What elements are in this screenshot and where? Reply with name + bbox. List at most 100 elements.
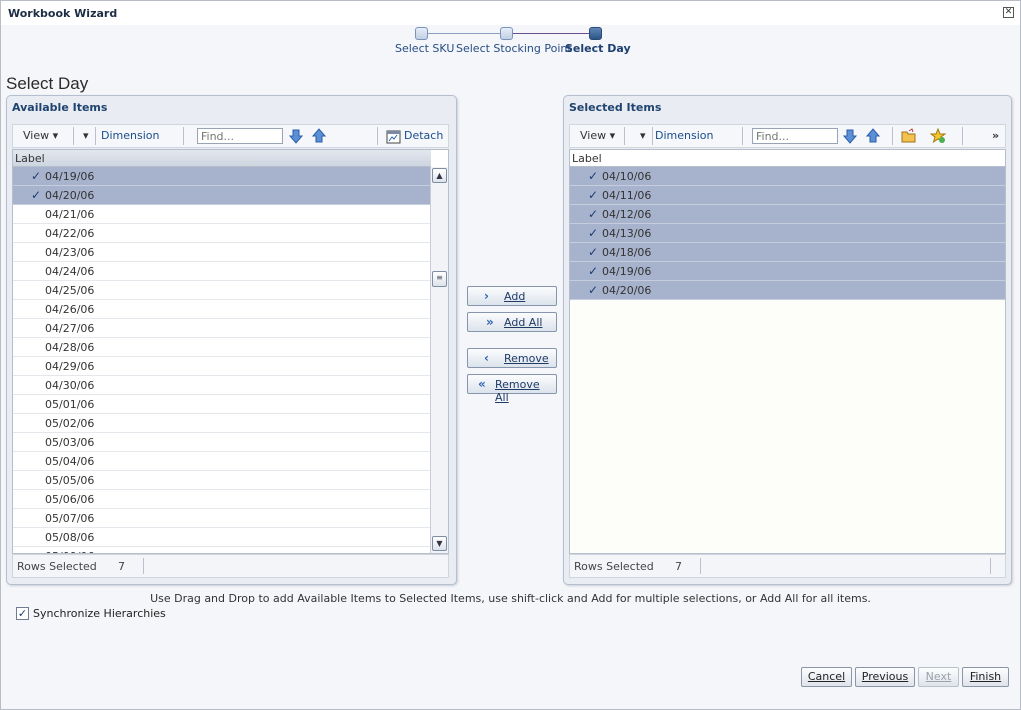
row-label: 05/03/06 <box>45 436 95 449</box>
open-folder-icon[interactable] <box>901 128 917 144</box>
toolbar-separator <box>962 127 963 145</box>
row-label: 04/29/06 <box>45 360 95 373</box>
selected-items-title: Selected Items <box>569 101 662 114</box>
cancel-button[interactable]: Cancel <box>801 667 852 687</box>
table-row[interactable]: ✓ 04/18/06 <box>570 243 1005 262</box>
row-label: 04/12/06 <box>602 208 652 221</box>
find-input[interactable] <box>197 128 283 144</box>
train-connector <box>427 33 507 34</box>
checkmark-icon: ✓ <box>588 264 599 278</box>
table-row[interactable]: 05/01/06 <box>13 395 431 414</box>
table-row[interactable]: 05/09/06 <box>13 547 431 553</box>
dimension-dropdown-icon[interactable]: ▾ <box>83 129 89 142</box>
table-row[interactable]: 04/30/06 <box>13 376 431 395</box>
table-row[interactable]: ✓ 04/10/06 <box>570 167 1005 186</box>
favorite-star-icon[interactable] <box>930 128 946 144</box>
arrow-down-icon[interactable] <box>842 128 858 144</box>
row-label: 04/28/06 <box>45 341 95 354</box>
toolbar-overflow-icon[interactable]: » <box>992 129 999 142</box>
scroll-up-icon[interactable]: ▲ <box>432 168 447 183</box>
toolbar-separator <box>892 127 893 145</box>
table-row[interactable]: 05/06/06 <box>13 490 431 509</box>
row-label: 05/05/06 <box>45 474 95 487</box>
table-row[interactable]: 05/05/06 <box>13 471 431 490</box>
vertical-scrollbar[interactable]: ▲ ≡ ▼ <box>430 167 448 553</box>
row-label: 04/18/06 <box>602 246 652 259</box>
table-row[interactable]: ✓ 04/19/06 <box>570 262 1005 281</box>
available-items-panel: Available Items View ▾ ▾ Dimension Detac… <box>6 95 457 585</box>
detach-button[interactable]: Detach <box>404 129 443 142</box>
table-row[interactable]: 04/25/06 <box>13 281 431 300</box>
table-row[interactable]: ✓ 04/20/06 <box>13 186 431 205</box>
checkmark-icon: ✓ <box>588 226 599 240</box>
table-row[interactable]: 04/21/06 <box>13 205 431 224</box>
arrow-up-icon[interactable] <box>865 128 881 144</box>
table-row[interactable]: 04/28/06 <box>13 338 431 357</box>
checkmark-icon: ✓ <box>588 283 599 297</box>
train-label-select-stocking-point[interactable]: Select Stocking Point <box>456 42 572 55</box>
add-button[interactable]: › Add <box>467 286 557 306</box>
table-row[interactable]: 04/23/06 <box>13 243 431 262</box>
table-row[interactable]: 04/29/06 <box>13 357 431 376</box>
table-row[interactable]: 04/27/06 <box>13 319 431 338</box>
synchronize-hierarchies-label[interactable]: Synchronize Hierarchies <box>33 607 166 620</box>
row-label: 04/25/06 <box>45 284 95 297</box>
row-label: 04/30/06 <box>45 379 95 392</box>
remove-button[interactable]: ‹ Remove <box>467 348 557 368</box>
train-stop-select-stocking-point[interactable] <box>500 27 513 40</box>
train-label-select-sku[interactable]: Select SKU <box>395 42 454 55</box>
row-label: 04/19/06 <box>45 170 95 183</box>
next-button[interactable]: Next <box>918 667 959 687</box>
arrow-up-icon[interactable] <box>311 128 327 144</box>
column-header-label[interactable]: Label <box>570 150 1005 167</box>
table-row[interactable]: ✓ 04/20/06 <box>570 281 1005 300</box>
row-label: 04/20/06 <box>602 284 652 297</box>
dimension-dropdown-icon[interactable]: ▾ <box>640 129 646 142</box>
toolbar-separator <box>652 127 653 145</box>
table-row[interactable]: 05/02/06 <box>13 414 431 433</box>
checkmark-icon: ✓ <box>31 188 42 202</box>
toolbar-separator <box>183 127 184 145</box>
scroll-thumb[interactable]: ≡ <box>432 271 447 287</box>
table-row[interactable]: 04/22/06 <box>13 224 431 243</box>
train-stop-select-sku[interactable] <box>415 27 428 40</box>
checkmark-icon: ✓ <box>588 188 599 202</box>
page-title: Select Day <box>6 74 89 93</box>
find-input[interactable] <box>752 128 838 144</box>
toolbar-separator <box>742 127 743 145</box>
arrow-down-icon[interactable] <box>288 128 304 144</box>
add-all-button[interactable]: » Add All <box>467 312 557 332</box>
row-label: 05/04/06 <box>45 455 95 468</box>
remove-all-button[interactable]: « Remove All <box>467 374 557 404</box>
table-row[interactable]: 05/04/06 <box>13 452 431 471</box>
dimension-menu[interactable]: Dimension <box>655 129 713 142</box>
instructions-text: Use Drag and Drop to add Available Items… <box>150 592 871 605</box>
table-row[interactable]: 04/24/06 <box>13 262 431 281</box>
table-row[interactable]: ✓ 04/12/06 <box>570 205 1005 224</box>
table-row[interactable]: ✓ 04/11/06 <box>570 186 1005 205</box>
table-row[interactable]: ✓ 04/19/06 <box>13 167 431 186</box>
available-toolbar: View ▾ ▾ Dimension Detach <box>12 124 449 148</box>
finish-button[interactable]: Finish <box>962 667 1009 687</box>
column-header-label[interactable]: Label <box>13 150 431 167</box>
view-menu[interactable]: View ▾ <box>580 129 615 142</box>
table-row[interactable]: ✓ 04/13/06 <box>570 224 1005 243</box>
synchronize-hierarchies-checkbox[interactable]: ✓ <box>16 607 29 620</box>
toolbar-separator <box>377 127 378 145</box>
selected-toolbar: View ▾ ▾ Dimension » <box>569 124 1006 148</box>
dimension-menu[interactable]: Dimension <box>101 129 159 142</box>
table-row[interactable]: 05/08/06 <box>13 528 431 547</box>
row-label: 05/02/06 <box>45 417 95 430</box>
detach-icon[interactable] <box>386 128 402 144</box>
scroll-down-icon[interactable]: ▼ <box>432 536 447 551</box>
close-icon[interactable]: ✕ <box>1003 7 1014 18</box>
table-row[interactable]: 05/03/06 <box>13 433 431 452</box>
view-menu[interactable]: View ▾ <box>23 129 58 142</box>
table-row[interactable]: 04/26/06 <box>13 300 431 319</box>
train-stop-select-day <box>589 27 602 40</box>
toolbar-separator <box>73 127 74 145</box>
row-label: 05/07/06 <box>45 512 95 525</box>
previous-button[interactable]: Previous <box>855 667 915 687</box>
train-connector <box>512 33 596 34</box>
table-row[interactable]: 05/07/06 <box>13 509 431 528</box>
